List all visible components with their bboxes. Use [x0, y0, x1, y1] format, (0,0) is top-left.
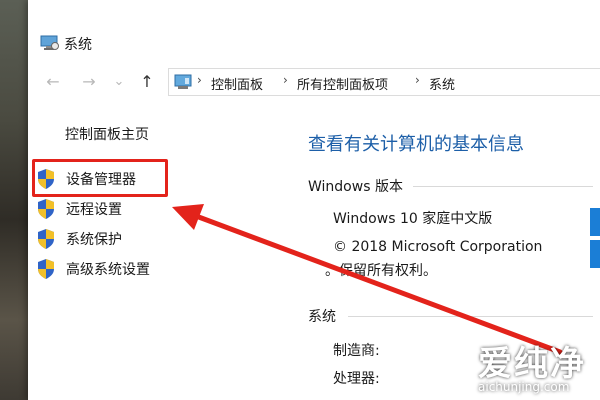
sidebar-item-label: 设备管理器 — [66, 172, 136, 188]
title-bar: 系统 — [28, 0, 600, 60]
breadcrumb-separator: › — [197, 73, 202, 87]
manufacturer-label: 制造商: — [333, 343, 380, 359]
forward-arrow-icon[interactable]: → — [78, 70, 100, 94]
section-divider — [348, 316, 593, 317]
shield-icon — [38, 169, 54, 189]
sidebar-item-remote-settings[interactable]: 远程设置 — [36, 196, 276, 220]
shield-icon — [38, 199, 54, 219]
sidebar-item-device-manager[interactable]: 设备管理器 — [36, 166, 276, 190]
breadcrumb-all-items[interactable]: 所有控制面板项 — [297, 74, 388, 93]
watermark-title: 爱纯净 — [478, 344, 586, 384]
system-section-title: 系统 — [308, 309, 336, 325]
sidebar-item-system-protection[interactable]: 系统保护 — [36, 226, 276, 250]
control-panel-icon — [174, 74, 192, 89]
sidebar-item-label: 系统保护 — [66, 232, 122, 248]
windows-edition-section-title: Windows 版本 — [308, 179, 403, 195]
windows-edition-value: Windows 10 家庭中文版 — [333, 211, 493, 227]
shield-icon — [38, 229, 54, 249]
breadcrumb-system[interactable]: 系统 — [429, 74, 455, 93]
breadcrumb-separator: › — [283, 73, 288, 87]
watermark-url: aichunjing.com — [478, 380, 570, 394]
back-arrow-icon[interactable]: ← — [42, 70, 64, 94]
section-divider — [413, 186, 593, 187]
page-title: 查看有关计算机的基本信息 — [308, 134, 524, 155]
sidebar-item-advanced-settings[interactable]: 高级系统设置 — [36, 256, 276, 280]
breadcrumb-control-panel[interactable]: 控制面板 — [211, 74, 263, 93]
up-arrow-icon[interactable]: ↑ — [136, 70, 158, 94]
sidebar-item-label: 远程设置 — [66, 202, 122, 218]
breadcrumb-separator: › — [415, 73, 420, 87]
window-title: 系统 — [64, 37, 92, 53]
shield-icon — [38, 259, 54, 279]
rights-text: 。保留所有权利。 — [325, 263, 437, 279]
copyright-text: © 2018 Microsoft Corporation — [333, 239, 543, 255]
windows-logo-icon — [590, 208, 600, 268]
task-sidebar: 控制面板主页 设备管理器 远程设置 系统保护 高级系统设置 — [28, 100, 288, 400]
sidebar-item-label: 高级系统设置 — [66, 262, 150, 278]
recent-locations-chevron-icon[interactable]: ⌄ — [108, 70, 130, 94]
aichunjing-logo-icon — [414, 338, 468, 392]
control-panel-home-link[interactable]: 控制面板主页 — [65, 124, 149, 144]
watermark: 爱纯净 aichunjing.com — [412, 332, 600, 400]
computer-settings-icon — [40, 35, 59, 50]
processor-label: 处理器: — [333, 371, 380, 387]
navigation-bar: ← → ⌄ ↑ › 控制面板 › 所有控制面板项 › 系统 — [28, 64, 600, 100]
address-bar[interactable]: › 控制面板 › 所有控制面板项 › 系统 — [168, 68, 600, 96]
